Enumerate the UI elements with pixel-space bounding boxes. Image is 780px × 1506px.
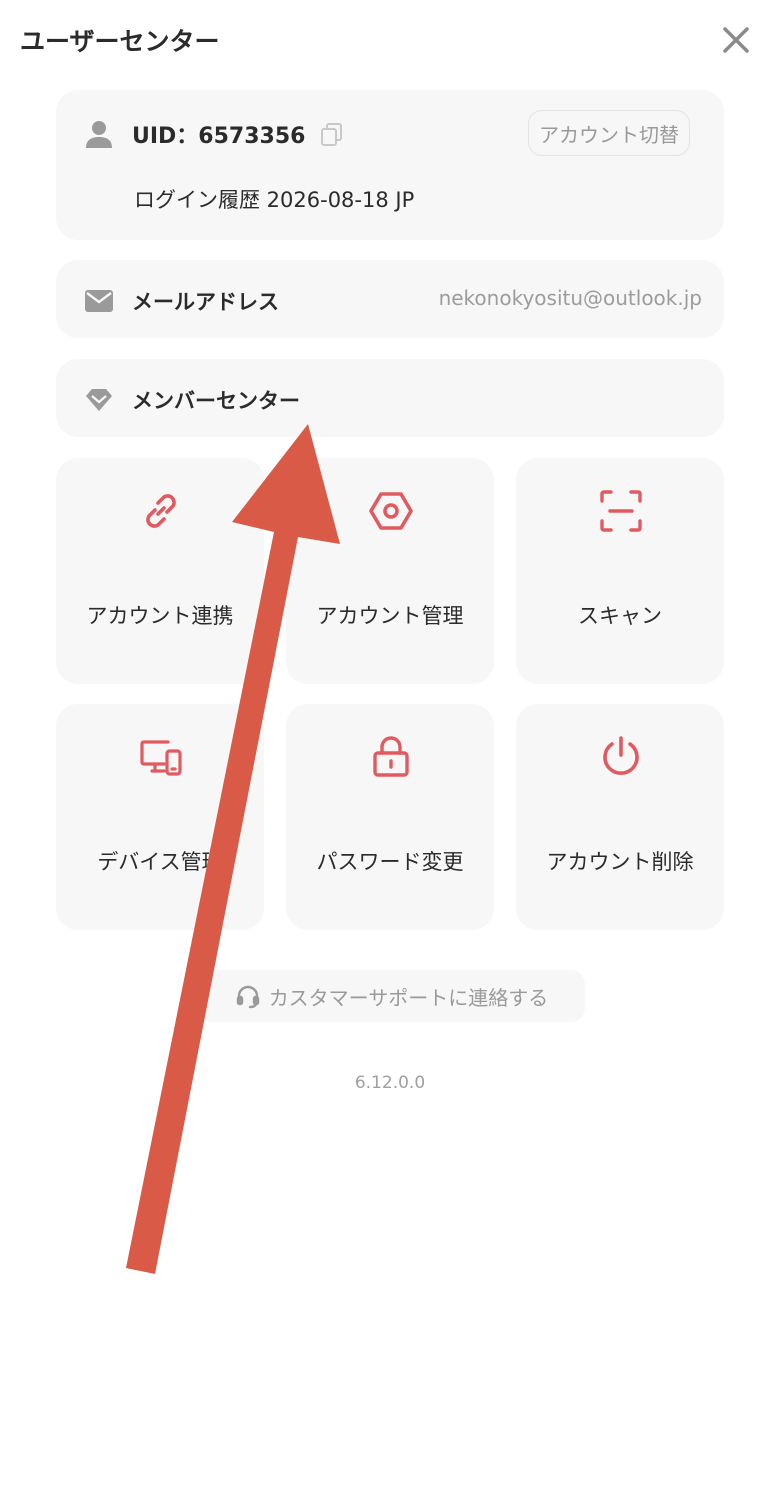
tile-account-delete[interactable]: アカウント削除 [516, 704, 724, 930]
lock-icon [373, 736, 409, 777]
power-icon [603, 736, 639, 775]
tile-label: デバイス管理 [97, 850, 223, 874]
tile-label: アカウント削除 [546, 850, 694, 874]
diamond-icon [86, 389, 112, 411]
switch-account-button[interactable]: アカウント切替 [528, 110, 690, 156]
tile-label: アカウント管理 [316, 604, 464, 628]
support-label: カスタマーサポートに連絡する [268, 985, 549, 1010]
link-icon [146, 494, 176, 528]
email-label: メールアドレス [132, 290, 279, 314]
user-icon [86, 121, 112, 148]
tile-label: スキャン [578, 604, 662, 628]
member-center-row[interactable]: メンバーセンター [56, 359, 724, 437]
version-text: 6.12.0.0 [354, 1073, 426, 1093]
mail-icon [85, 290, 113, 312]
headset-icon [236, 985, 259, 1009]
tile-scan[interactable]: スキャン [516, 458, 724, 684]
tile-password-change[interactable]: パスワード変更 [286, 704, 494, 930]
login-history: ログイン履歴 2026-08-18 JP [134, 188, 415, 212]
close-icon [723, 27, 749, 53]
email-row[interactable]: メールアドレス nekonokyositu@outlook.jp [56, 260, 724, 338]
devices-icon [140, 740, 182, 776]
tile-device-manage[interactable]: デバイス管理 [56, 704, 264, 930]
tile-label: パスワード変更 [316, 850, 464, 874]
email-value: nekonokyositu@outlook.jp [438, 286, 702, 310]
tile-label: アカウント連携 [86, 604, 234, 628]
close-button[interactable] [718, 22, 754, 58]
tile-account-link[interactable]: アカウント連携 [56, 458, 264, 684]
account-card: UID：6573356 アカウント切替 ログイン履歴 2026-08-18 JP [56, 90, 724, 240]
contact-support-button[interactable]: カスタマーサポートに連絡する [198, 970, 585, 1022]
uid-text: UID：6573356 [132, 124, 306, 149]
scan-icon [600, 490, 642, 532]
copy-icon[interactable] [319, 121, 345, 147]
hexagon-settings-icon [369, 492, 413, 530]
tile-account-manage[interactable]: アカウント管理 [286, 458, 494, 684]
page-title: ユーザーセンター [20, 27, 220, 56]
member-center-label: メンバーセンター [132, 389, 300, 413]
